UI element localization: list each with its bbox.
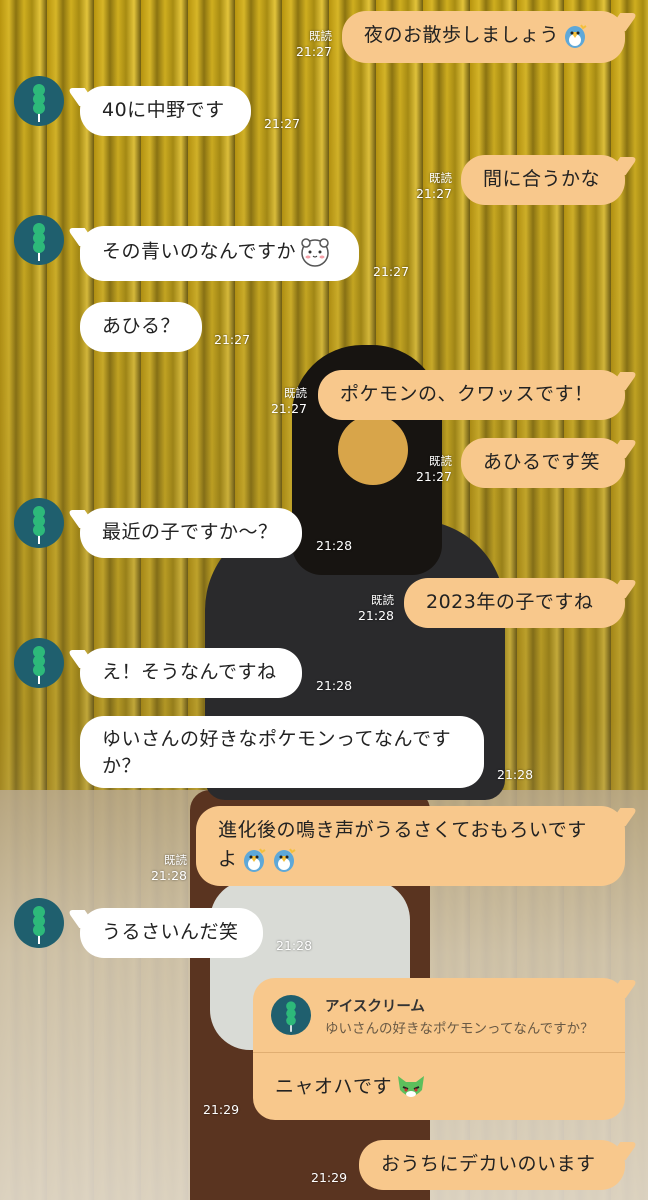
incoming-message-bubble[interactable]: 最近の子ですか〜？ — [80, 508, 302, 558]
avatar[interactable] — [14, 498, 64, 548]
timestamp: 21:27 — [264, 116, 301, 131]
message-text: ゆいさんの好きなポケモンってなんですか？ — [102, 728, 452, 777]
incoming-message-bubble[interactable]: 40に中野です — [80, 86, 251, 136]
reply-text-row: ニャオハです — [275, 1070, 428, 1104]
message-text: おうちにデカいのいます — [381, 1153, 596, 1175]
message-text: 間に合うかな — [483, 168, 601, 190]
dango-avatar-icon — [33, 506, 45, 544]
timestamp: 21:28 — [316, 538, 353, 553]
timestamp: 21:29 — [311, 1170, 348, 1185]
message-text: あひるです笑 — [483, 451, 601, 473]
outgoing-message-bubble[interactable]: おうちにデカいのいます — [359, 1140, 625, 1190]
outgoing-message-bubble[interactable]: 進化後の鳴き声がうるさくておもろいですよ — [196, 806, 625, 886]
read-receipt: 既読 — [371, 593, 394, 607]
photo-plush — [338, 415, 408, 485]
quoted-sender-name: アイスクリーム — [325, 999, 425, 1015]
timestamp: 21:29 — [203, 1102, 240, 1117]
read-receipt: 既読 — [429, 171, 452, 185]
timestamp: 21:28 — [497, 767, 534, 782]
quoted-avatar — [271, 995, 311, 1035]
dango-avatar-icon — [286, 1001, 296, 1032]
message-text: ポケモンの、クワッスです！ — [340, 383, 594, 405]
outgoing-message-bubble[interactable]: 夜のお散歩しましょう — [342, 11, 625, 63]
quoted-message-text: ゆいさんの好きなポケモンってなんですか？ — [325, 1021, 594, 1037]
incoming-message-bubble[interactable]: うるさいんだ笑 — [80, 908, 263, 958]
timestamp: 21:27 — [415, 186, 452, 201]
incoming-message-bubble[interactable]: え！そうなんですね — [80, 648, 302, 698]
outgoing-message-bubble[interactable]: 2023年の子ですね — [404, 578, 625, 628]
message-text: うるさいんだ笑 — [102, 921, 239, 943]
dango-avatar-icon — [33, 84, 45, 122]
message-text: 40に中野です — [102, 99, 225, 121]
timestamp: 21:27 — [214, 332, 251, 347]
outgoing-message-bubble[interactable]: 間に合うかな — [461, 155, 625, 205]
timestamp: 21:28 — [150, 868, 187, 883]
message-meta: 既読 21:27 — [410, 170, 452, 202]
read-receipt: 既読 — [309, 29, 332, 43]
outgoing-message-bubble[interactable]: ポケモンの、クワッスです！ — [318, 370, 625, 420]
incoming-message-bubble[interactable]: あひる？ — [80, 302, 202, 352]
incoming-message-bubble[interactable]: その青いのなんですか — [80, 226, 359, 281]
timestamp: 21:27 — [415, 469, 452, 484]
message-meta: 既読 21:27 — [410, 453, 452, 485]
message-meta: 既読 21:27 — [265, 385, 307, 417]
reply-message-bubble[interactable]: アイスクリーム ゆいさんの好きなポケモンってなんですか？ ニャオハです — [253, 978, 625, 1120]
dango-avatar-icon — [33, 646, 45, 684]
timestamp: 21:27 — [295, 44, 332, 59]
dango-avatar-icon — [33, 223, 45, 261]
timestamp: 21:27 — [373, 264, 410, 279]
timestamp: 21:28 — [316, 678, 353, 693]
avatar[interactable] — [14, 76, 64, 126]
outgoing-message-bubble[interactable]: あひるです笑 — [461, 438, 625, 488]
timestamp: 21:28 — [357, 608, 394, 623]
message-text: 2023年の子ですね — [426, 591, 594, 613]
timestamp: 21:27 — [270, 401, 307, 416]
read-receipt: 既読 — [164, 853, 187, 867]
message-text: 夜のお散歩しましょう — [364, 24, 560, 46]
divider — [253, 1052, 625, 1053]
avatar[interactable] — [14, 638, 64, 688]
message-text: え！そうなんですね — [102, 661, 277, 683]
message-meta: 既読 21:27 — [290, 28, 332, 60]
penguin-sticker-icon — [565, 23, 587, 48]
message-text: その青いのなんですか — [102, 240, 297, 263]
message-meta: 既読 21:28 — [145, 852, 187, 884]
cat-sticker-icon — [398, 1076, 425, 1097]
message-text: あひる？ — [102, 315, 181, 337]
message-meta: 既読 21:28 — [352, 592, 394, 624]
message-text: ニャオハです — [275, 1075, 393, 1098]
penguin-sticker-icon — [243, 847, 266, 872]
dango-avatar-icon — [33, 906, 45, 944]
bear-face-sticker-icon — [301, 238, 329, 267]
read-receipt: 既読 — [284, 386, 307, 400]
penguin-sticker-icon — [273, 847, 296, 872]
incoming-message-bubble[interactable]: ゆいさんの好きなポケモンってなんですか？ — [80, 716, 484, 788]
avatar[interactable] — [14, 215, 64, 265]
message-text: 最近の子ですか〜？ — [102, 521, 278, 543]
avatar[interactable] — [14, 898, 64, 948]
timestamp: 21:28 — [276, 938, 313, 953]
read-receipt: 既読 — [429, 454, 452, 468]
